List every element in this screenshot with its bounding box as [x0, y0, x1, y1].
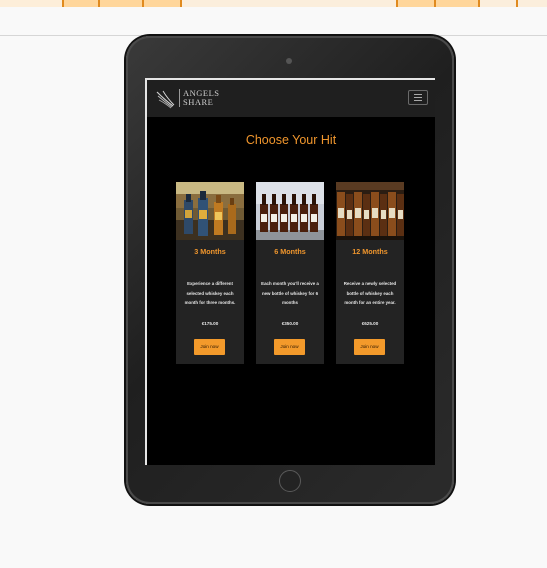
card-description: Each month you'll receive a new bottle o…	[261, 281, 319, 305]
card-description: Experience a different selected whiskey …	[184, 281, 236, 305]
card-price: €625.00	[361, 321, 379, 326]
subscription-card-3-months: 3 Months Experience a different selected…	[176, 182, 244, 364]
site-logo[interactable]: ANGELS SHARE	[155, 88, 235, 110]
section-title: Choose Your Hit	[245, 133, 337, 147]
whiskey-bottles-photo	[176, 182, 244, 240]
join-now-button[interactable]: Join now	[354, 339, 385, 355]
card-description: Receive a newly selected bottle of whisk…	[343, 281, 397, 305]
tablet-screen: ANGELS SHARE Choose Your Hit 3 Months Ex…	[145, 78, 435, 465]
logo-line-2: SHARE	[183, 97, 214, 107]
tablet-camera	[286, 58, 292, 64]
card-price: €350.00	[281, 321, 299, 326]
tablet-home-button	[279, 470, 301, 492]
card-title: 3 Months	[194, 247, 226, 256]
page-top-banner	[0, 0, 547, 7]
hamburger-menu-icon[interactable]	[408, 90, 428, 105]
subscription-card-12-months: 12 Months Receive a newly selected bottl…	[336, 182, 404, 364]
subscription-card-6-months: 6 Months Each month you'll receive a new…	[256, 182, 324, 364]
whiskey-bottles-row-photo	[256, 182, 324, 240]
join-now-button[interactable]: Join now	[194, 339, 225, 355]
tablet-device-frame: ANGELS SHARE Choose Your Hit 3 Months Ex…	[126, 36, 454, 504]
join-now-button[interactable]: Join now	[274, 339, 305, 355]
card-title: 6 Months	[274, 247, 306, 256]
card-title: 12 Months	[352, 247, 388, 256]
site-navbar: ANGELS SHARE	[147, 80, 435, 117]
card-price: €175.00	[201, 321, 219, 326]
logo-wordmark: ANGELS SHARE	[179, 89, 220, 107]
whiskey-shelf-photo	[336, 182, 404, 240]
angel-wing-icon	[156, 90, 175, 109]
